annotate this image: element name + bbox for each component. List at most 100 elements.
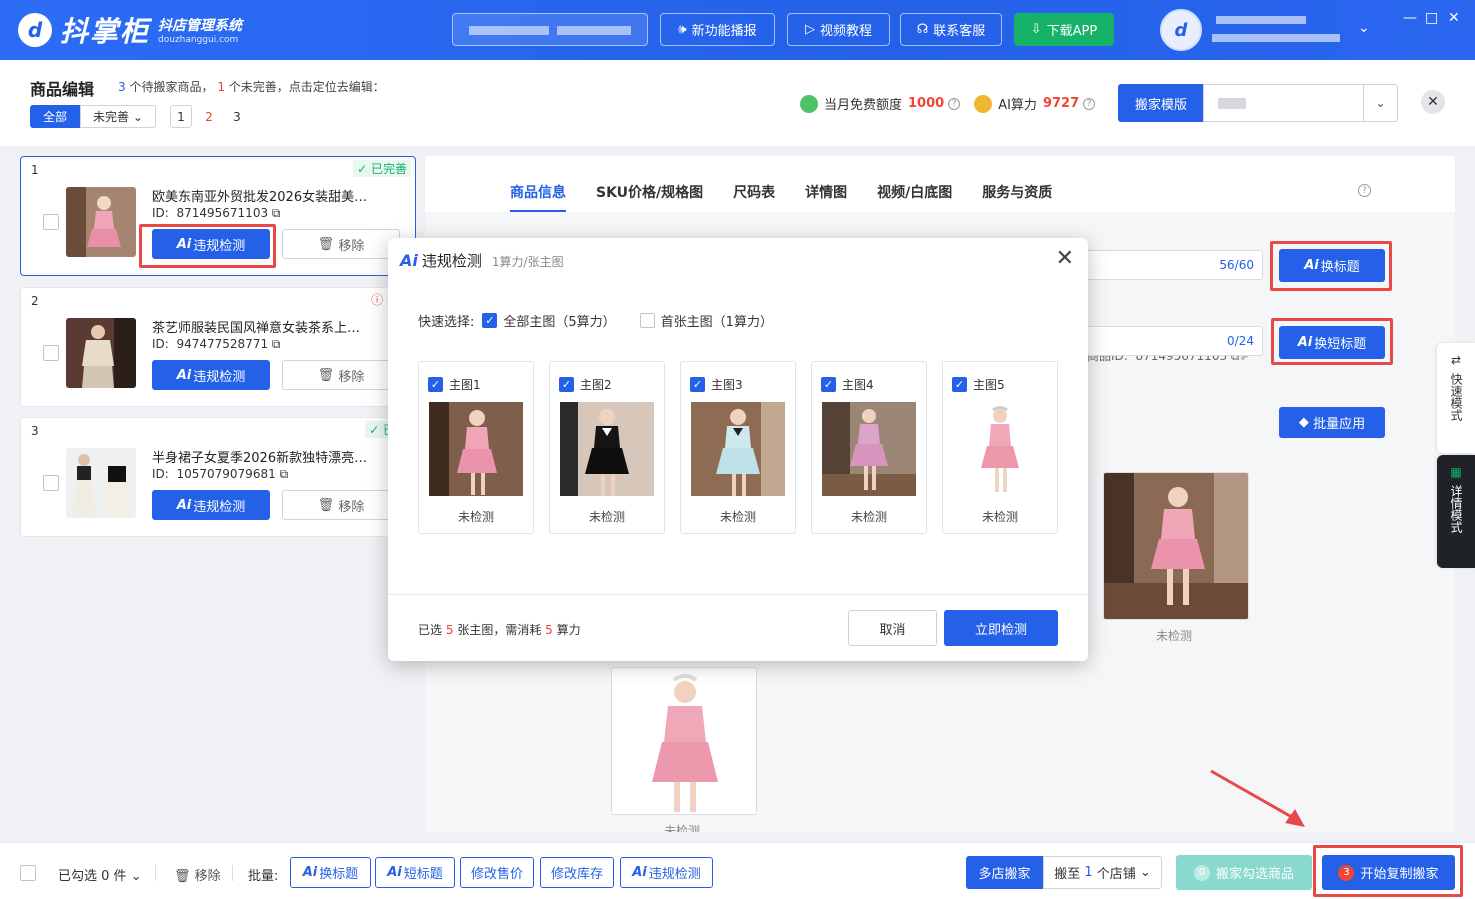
- main-image-card[interactable]: ✓ 主图4 未检测: [811, 361, 927, 534]
- title-input[interactable]: 56/60: [1085, 250, 1263, 280]
- app-tagline: 抖店管理系统: [158, 18, 243, 34]
- grid-icon: ▦: [1450, 465, 1462, 479]
- close-icon[interactable]: ✕: [1056, 248, 1074, 270]
- remove-button[interactable]: 🗑 移除: [282, 490, 400, 520]
- selected-count[interactable]: 已勾选 0 件 ⌄: [58, 865, 142, 884]
- remove-button[interactable]: 🗑 移除: [282, 360, 400, 390]
- filter-all[interactable]: 全部: [30, 105, 80, 128]
- main-image: [429, 402, 523, 496]
- pager-item[interactable]: 2: [198, 105, 220, 128]
- side-tab-quick-mode[interactable]: ⇄ 快速模式: [1437, 343, 1475, 453]
- product-image[interactable]: [611, 667, 757, 815]
- quick-select: 快速选择: ✓ 全部主图（5算力） 首张主图（1算力）: [418, 311, 773, 330]
- main-image-list: ✓ 主图1 未检测 ✓ 主图2 未检测 ✓ 主图3 未检测 ✓ 主图4 未检测 ✓ 主图5…: [418, 361, 1058, 534]
- main-image-card[interactable]: ✓ 主图2 未检测: [549, 361, 665, 534]
- product-checkbox[interactable]: [43, 475, 59, 491]
- megaphone-icon: 🕪: [678, 22, 687, 37]
- help-icon[interactable]: ?: [1083, 97, 1096, 110]
- quota-icon: [800, 94, 818, 113]
- ai-coin-icon: [974, 94, 993, 113]
- copy-icon: ⧉: [271, 337, 281, 351]
- remove-button[interactable]: 🗑 移除: [282, 229, 400, 259]
- tab-size-chart[interactable]: 尺码表: [733, 182, 775, 212]
- move-checked-button[interactable]: 0 搬家勾选商品: [1176, 855, 1312, 890]
- avatar[interactable]: d: [1160, 9, 1202, 51]
- user-info[interactable]: [1212, 14, 1342, 44]
- maximize-icon[interactable]: □: [1425, 10, 1438, 26]
- dialog-title: Ai 违规检测 1算力/张主图: [400, 251, 564, 270]
- batch-apply-button[interactable]: ◆ 批量应用: [1279, 407, 1385, 438]
- batch-violation-check-button[interactable]: Ai 违规检测: [620, 857, 713, 888]
- chevron-down-icon: ⌄: [1363, 85, 1397, 121]
- close-icon[interactable]: ✕: [1421, 90, 1445, 114]
- copy-icon: ⧉: [279, 467, 289, 481]
- shop-selector[interactable]: [452, 13, 648, 46]
- tab-detail-images[interactable]: 详情图: [805, 182, 847, 212]
- chevron-down-icon[interactable]: ⌄: [1358, 20, 1370, 36]
- bulk-remove-button[interactable]: 🗑 移除: [174, 865, 221, 884]
- batch-short-title-button[interactable]: Ai 短标题: [375, 857, 455, 888]
- minimize-icon[interactable]: —: [1403, 10, 1417, 26]
- tab-video[interactable]: 视频/白底图: [877, 182, 952, 212]
- product-title: 茶艺师服装民国风禅意女装茶系上…: [152, 321, 361, 336]
- batch-price-button[interactable]: 修改售价: [460, 857, 534, 888]
- template-select[interactable]: ⌄: [1203, 84, 1398, 122]
- product-checkbox[interactable]: [43, 345, 59, 361]
- diamond-icon: ◆: [1298, 415, 1309, 430]
- product-id: ID: 1057079079681 ⧉: [152, 467, 289, 481]
- checkbox-checked-icon[interactable]: ✓: [690, 377, 705, 392]
- batch-stock-button[interactable]: 修改库存: [540, 857, 614, 888]
- help-icon[interactable]: ?: [948, 97, 961, 110]
- side-tab-detail-mode[interactable]: ▦ 详情模式: [1437, 455, 1475, 568]
- product-id: ID: 871495671103 ⧉: [152, 206, 281, 220]
- logo-mark: d: [18, 13, 52, 47]
- product-card[interactable]: 3 ✓ 已完 半身裙子女夏季2026新款独特漂亮… ID: 1057079079…: [20, 417, 416, 537]
- cancel-button[interactable]: 取消: [848, 610, 937, 646]
- checkbox-checked-icon[interactable]: ✓: [952, 377, 967, 392]
- app-logo: d 抖掌柜 抖店管理系统 douzhanggui.com: [18, 10, 242, 50]
- move-template-button[interactable]: 搬家模版: [1118, 84, 1204, 122]
- status-filter: 全部 未完善 ⌄: [30, 105, 156, 128]
- product-title: 半身裙子女夏季2026新款独特漂亮…: [152, 451, 368, 466]
- pager-item[interactable]: 3: [226, 105, 248, 128]
- tab-service[interactable]: 服务与资质: [982, 182, 1052, 212]
- highlight-box: [139, 224, 276, 268]
- help-icon[interactable]: ?: [1358, 184, 1371, 197]
- product-card[interactable]: 2 ⓘ 未完 茶艺师服装民国风禅意女装茶系上… ID: 947477528771…: [20, 287, 416, 407]
- close-window-icon[interactable]: ✕: [1448, 10, 1460, 26]
- short-title-input[interactable]: 0/24: [1085, 326, 1263, 356]
- violation-check-button[interactable]: Ai 违规检测: [152, 360, 270, 390]
- copy-icon: ⧉: [271, 206, 281, 220]
- download-app-button[interactable]: ⇩ 下载APP: [1014, 13, 1114, 46]
- multi-shop-button[interactable]: 多店搬家: [966, 856, 1043, 889]
- page-description: 3 个待搬家商品， 1 个未完善，点击定位去编辑：: [118, 80, 385, 94]
- product-image[interactable]: [1103, 472, 1249, 620]
- select-all-checkbox[interactable]: [20, 865, 36, 881]
- product-checkbox[interactable]: [43, 214, 59, 230]
- pager-item[interactable]: 1: [170, 105, 192, 128]
- violation-check-button[interactable]: Ai 违规检测: [152, 490, 270, 520]
- bottom-bar: 已勾选 0 件 ⌄ 🗑 移除 批量: Ai 换标题 Ai 短标题 修改售价 修改库存…: [0, 842, 1475, 899]
- tab-sku[interactable]: SKU价格/规格图: [596, 182, 703, 212]
- batch-change-title-button[interactable]: Ai 换标题: [290, 857, 371, 888]
- main-image-card[interactable]: ✓ 主图5 未检测: [942, 361, 1058, 534]
- main-image-card[interactable]: ✓ 主图1 未检测: [418, 361, 534, 534]
- start-check-button[interactable]: 立即检测: [944, 610, 1058, 646]
- select-first-image-option[interactable]: 首张主图（1算力）: [639, 311, 773, 330]
- target-shop-select[interactable]: 搬至 1 个店铺 ⌄: [1043, 856, 1162, 889]
- select-all-images-option[interactable]: ✓ 全部主图（5算力）: [482, 311, 616, 330]
- checkbox-checked-icon[interactable]: ✓: [821, 377, 836, 392]
- whats-new-button[interactable]: 🕪 新功能播报: [660, 13, 775, 46]
- main-image-card[interactable]: ✓ 主图3 未检测: [680, 361, 796, 534]
- checkbox-checked-icon[interactable]: ✓: [428, 377, 443, 392]
- trash-icon: 🗑: [317, 236, 335, 252]
- checkbox-checked-icon[interactable]: ✓: [559, 377, 574, 392]
- contact-support-button[interactable]: ☊ 联系客服: [900, 13, 1002, 46]
- highlight-box: [1271, 318, 1393, 365]
- annotation-arrow: [1210, 769, 1305, 827]
- trash-icon: 🗑: [317, 497, 335, 513]
- video-tutorial-button[interactable]: ▷ 视频教程: [787, 13, 890, 46]
- filter-incomplete[interactable]: 未完善 ⌄: [80, 105, 156, 128]
- batch-label: 批量:: [248, 869, 279, 884]
- tab-product-info[interactable]: 商品信息: [510, 182, 566, 212]
